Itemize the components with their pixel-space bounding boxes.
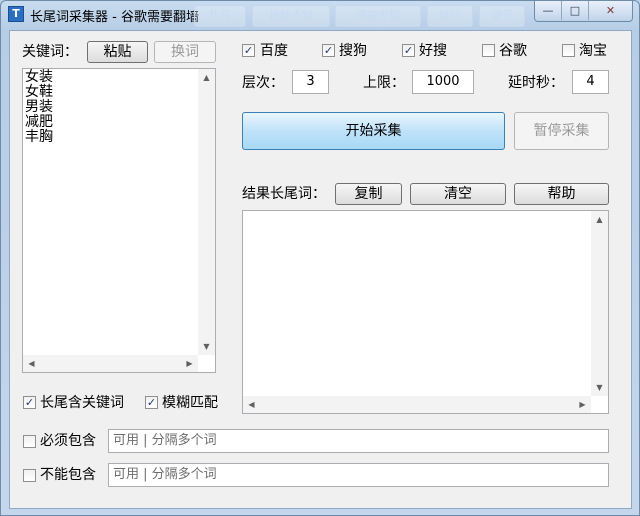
delay-label: 延时秒： <box>508 75 564 91</box>
keyword-item: 男装 <box>25 99 53 115</box>
exclude-checkbox[interactable] <box>23 469 36 482</box>
scroll-down-icon[interactable]: ▼ <box>591 379 608 396</box>
sogou-checkbox[interactable]: ✓ <box>322 44 335 57</box>
scroll-left-icon[interactable]: ◀ <box>243 396 260 413</box>
pause-button[interactable]: 暂停采集 <box>514 112 609 150</box>
keyword-item: 女装 <box>25 69 53 85</box>
google-label: 谷歌 <box>499 43 527 59</box>
taobao-label: 淘宝 <box>579 43 607 59</box>
maximize-button[interactable]: □ <box>561 1 588 20</box>
close-button[interactable]: ✕ <box>588 1 632 20</box>
app-icon: T <box>8 6 24 22</box>
keyword-item: 女鞋 <box>25 84 53 100</box>
ghost-tab: 哪夜去粗 <box>335 5 421 27</box>
keywords-horizontal-scrollbar[interactable]: ◀ ▶ <box>23 355 198 372</box>
scroll-up-icon[interactable]: ▲ <box>591 211 608 228</box>
contains-keyword-label: 长尾含关键词 <box>40 395 124 411</box>
level-label: 层次： <box>242 75 284 91</box>
haosou-label: 好搜 <box>419 43 447 59</box>
haosou-checkbox[interactable]: ✓ <box>402 44 415 57</box>
swap-words-button[interactable]: 换词 <box>154 41 216 63</box>
start-button[interactable]: 开始采集 <box>242 112 505 150</box>
results-vertical-scrollbar[interactable]: ▲ ▼ <box>591 211 608 396</box>
results-textarea[interactable]: ▲ ▼ ◀ ▶ <box>242 210 609 414</box>
keywords-textarea[interactable]: 女装 女鞋 男装 减肥 丰胸 ▲ ▼ ◀ ▶ <box>22 68 216 373</box>
paste-button[interactable]: 粘贴 <box>87 41 148 63</box>
ghost-tab: 抽静去粗 <box>252 5 330 27</box>
keyword-item: 减肥 <box>25 114 53 130</box>
exclude-input[interactable]: 可用 | 分隔多个词 <box>108 463 609 487</box>
results-label: 结果长尾词： <box>242 186 326 202</box>
keywords-label: 关键词： <box>22 44 78 60</box>
window-title: 长尾词采集器 - 谷歌需要翻墙 <box>30 10 199 25</box>
delay-input[interactable]: 4 <box>572 70 609 94</box>
ghost-tab: 扎开 <box>194 5 246 27</box>
keywords-vertical-scrollbar[interactable]: ▲ ▼ <box>198 69 215 355</box>
app-window: T 长尾词采集器 - 谷歌需要翻墙 扎开 抽静去粗 哪夜去粗 插行 编号 — □… <box>0 0 640 516</box>
must-include-label: 必须包含 <box>40 433 96 449</box>
title-bar[interactable]: T 长尾词采集器 - 谷歌需要翻墙 扎开 抽静去粗 哪夜去粗 插行 编号 — □… <box>1 1 639 29</box>
must-include-checkbox[interactable] <box>23 435 36 448</box>
fuzzy-match-checkbox[interactable]: ✓ <box>145 396 158 409</box>
client-area: 关键词： 粘贴 换词 女装 女鞋 男装 减肥 丰胸 ▲ ▼ ◀ ▶ ✓ 百度 ✓… <box>9 30 632 509</box>
must-include-input[interactable]: 可用 | 分隔多个词 <box>108 429 609 453</box>
baidu-label: 百度 <box>260 43 288 59</box>
google-checkbox[interactable] <box>482 44 495 57</box>
sogou-label: 搜狗 <box>339 43 367 59</box>
scroll-down-icon[interactable]: ▼ <box>198 338 215 355</box>
scroll-right-icon[interactable]: ▶ <box>181 355 198 372</box>
clear-button[interactable]: 清空 <box>410 183 506 205</box>
help-button[interactable]: 帮助 <box>514 183 609 205</box>
scroll-up-icon[interactable]: ▲ <box>198 69 215 86</box>
copy-button[interactable]: 复制 <box>335 183 402 205</box>
contains-keyword-checkbox[interactable]: ✓ <box>23 396 36 409</box>
results-horizontal-scrollbar[interactable]: ◀ ▶ <box>243 396 591 413</box>
ghost-tab: 插行 <box>427 5 473 27</box>
keyword-item: 丰胸 <box>25 129 53 145</box>
fuzzy-match-label: 模糊匹配 <box>162 395 218 411</box>
baidu-checkbox[interactable]: ✓ <box>242 44 255 57</box>
scroll-right-icon[interactable]: ▶ <box>574 396 591 413</box>
ghost-tab: 编号 <box>479 5 525 27</box>
keywords-list: 女装 女鞋 男装 减肥 丰胸 <box>25 70 53 145</box>
scroll-left-icon[interactable]: ◀ <box>23 355 40 372</box>
taobao-checkbox[interactable] <box>562 44 575 57</box>
exclude-label: 不能包含 <box>40 467 96 483</box>
level-input[interactable]: 3 <box>292 70 329 94</box>
window-controls: — □ ✕ <box>534 1 633 22</box>
minimize-button[interactable]: — <box>535 1 561 20</box>
limit-input[interactable]: 1000 <box>412 70 474 94</box>
limit-label: 上限： <box>363 75 405 91</box>
